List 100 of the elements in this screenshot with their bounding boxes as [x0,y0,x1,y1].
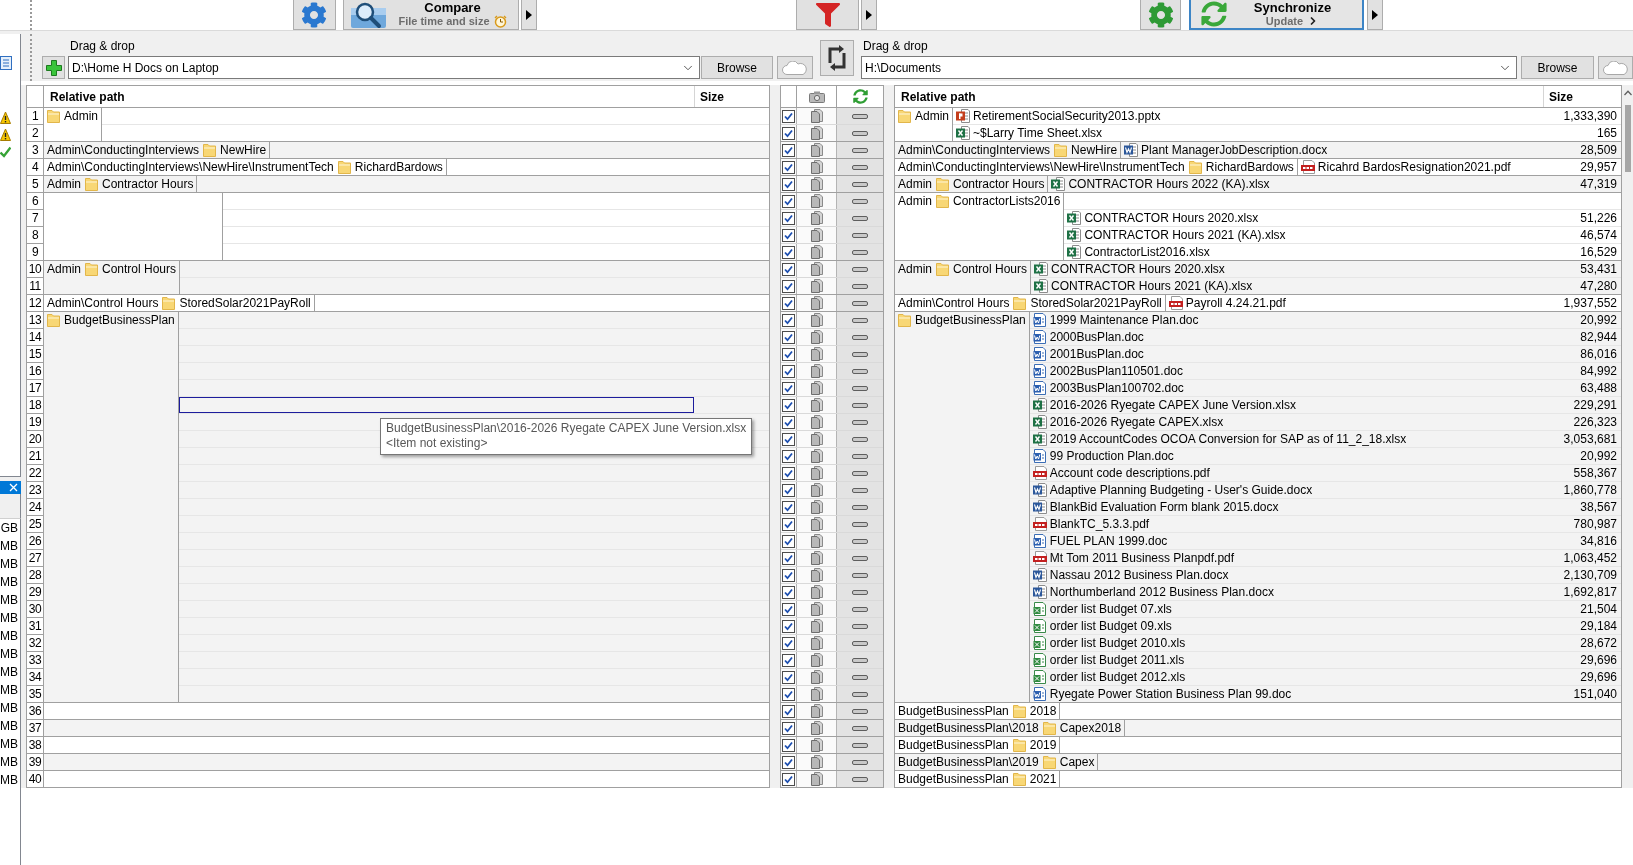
checkbox[interactable] [782,619,795,633]
checkbox[interactable] [782,381,795,395]
dash-icon[interactable] [852,708,868,714]
scrollbar-thumb[interactable] [1625,105,1631,172]
sync-icon[interactable] [852,89,868,104]
dash-icon[interactable] [852,266,868,272]
checkbox[interactable] [782,347,795,361]
scroll-up-icon[interactable] [1624,90,1632,96]
checkbox[interactable] [782,211,795,225]
dash-icon[interactable] [852,113,868,119]
dash-icon[interactable] [852,385,868,391]
checkbox[interactable] [782,585,795,599]
checkbox[interactable] [782,704,795,718]
dash-icon[interactable] [852,759,868,765]
dash-icon[interactable] [852,147,868,153]
checkbox[interactable] [782,466,795,480]
dash-icon[interactable] [852,215,868,221]
dash-icon[interactable] [852,198,868,204]
dash-icon[interactable] [852,640,868,646]
dash-icon[interactable] [852,334,868,340]
checkbox[interactable] [782,228,795,242]
column-header[interactable]: Size [694,86,769,107]
checkbox[interactable] [782,194,795,208]
checkbox[interactable] [782,415,795,429]
dash-icon[interactable] [852,181,868,187]
dash-icon[interactable] [852,742,868,748]
dash-icon[interactable] [852,521,868,527]
dash-icon[interactable] [852,130,868,136]
dash-icon[interactable] [852,606,868,612]
checkbox[interactable] [782,500,795,514]
dash-icon[interactable] [852,589,868,595]
dropdown-button[interactable] [520,0,537,30]
dash-icon[interactable] [852,691,868,697]
dash-icon[interactable] [852,232,868,238]
checkbox[interactable] [782,755,795,769]
checkbox[interactable] [782,177,795,191]
checkbox[interactable] [782,160,795,174]
dash-icon[interactable] [852,283,868,289]
dash-icon[interactable] [852,300,868,306]
dash-icon[interactable] [852,504,868,510]
checkbox[interactable] [782,313,795,327]
settings-button[interactable] [292,0,336,30]
checkbox[interactable] [782,398,795,412]
add-folder-button[interactable] [42,56,65,79]
checkbox[interactable] [782,126,795,140]
checkbox[interactable] [782,738,795,752]
checkbox[interactable] [782,143,795,157]
dash-icon[interactable] [852,538,868,544]
checkbox[interactable] [782,296,795,310]
dash-icon[interactable] [852,402,868,408]
checkbox[interactable] [782,279,795,293]
panel-grip[interactable] [30,34,33,81]
checkbox[interactable] [782,330,795,344]
checkbox[interactable] [782,653,795,667]
dropdown-button[interactable] [1367,0,1383,30]
checkbox[interactable] [782,449,795,463]
checkbox[interactable] [782,534,795,548]
synchronize-button[interactable]: Synchronize Update [1189,0,1364,30]
dash-icon[interactable] [852,317,868,323]
checkbox[interactable] [782,602,795,616]
checkbox[interactable] [782,432,795,446]
checkbox[interactable] [782,687,795,701]
dash-icon[interactable] [852,453,868,459]
dash-icon[interactable] [852,164,868,170]
dropdown-button[interactable] [861,0,877,30]
dash-icon[interactable] [852,368,868,374]
dash-icon[interactable] [852,351,868,357]
dash-icon[interactable] [852,487,868,493]
browse-button[interactable]: Browse [1521,56,1594,79]
checkbox[interactable] [782,636,795,650]
column-header[interactable]: Relative path [44,86,694,107]
dash-icon[interactable] [852,725,868,731]
dash-icon[interactable] [852,572,868,578]
checkbox[interactable] [782,109,795,123]
dash-icon[interactable] [852,555,868,561]
dash-icon[interactable] [852,674,868,680]
dash-icon[interactable] [852,776,868,782]
checkbox[interactable] [782,517,795,531]
dash-icon[interactable] [852,419,868,425]
checkbox[interactable] [782,772,795,786]
checkbox[interactable] [782,245,795,259]
column-header[interactable]: Relative path [895,86,1543,107]
folder-path-field[interactable]: H:\Documents [861,56,1517,79]
checkbox[interactable] [782,364,795,378]
column-header[interactable]: Size [1543,86,1621,107]
close-icon[interactable] [9,483,18,492]
folder-path-field[interactable]: D:\Home H Docs on Laptop [68,56,700,79]
checkbox[interactable] [782,551,795,565]
dash-icon[interactable] [852,657,868,663]
checkbox[interactable] [782,670,795,684]
dash-icon[interactable] [852,623,868,629]
browse-button[interactable]: Browse [701,56,773,79]
compare-button[interactable]: Compare File time and size [342,0,519,30]
checkbox[interactable] [782,483,795,497]
checkbox[interactable] [782,262,795,276]
list-icon[interactable] [0,56,12,70]
swap-button[interactable] [820,40,854,76]
checkbox[interactable] [782,568,795,582]
dash-icon[interactable] [852,436,868,442]
dash-icon[interactable] [852,249,868,255]
